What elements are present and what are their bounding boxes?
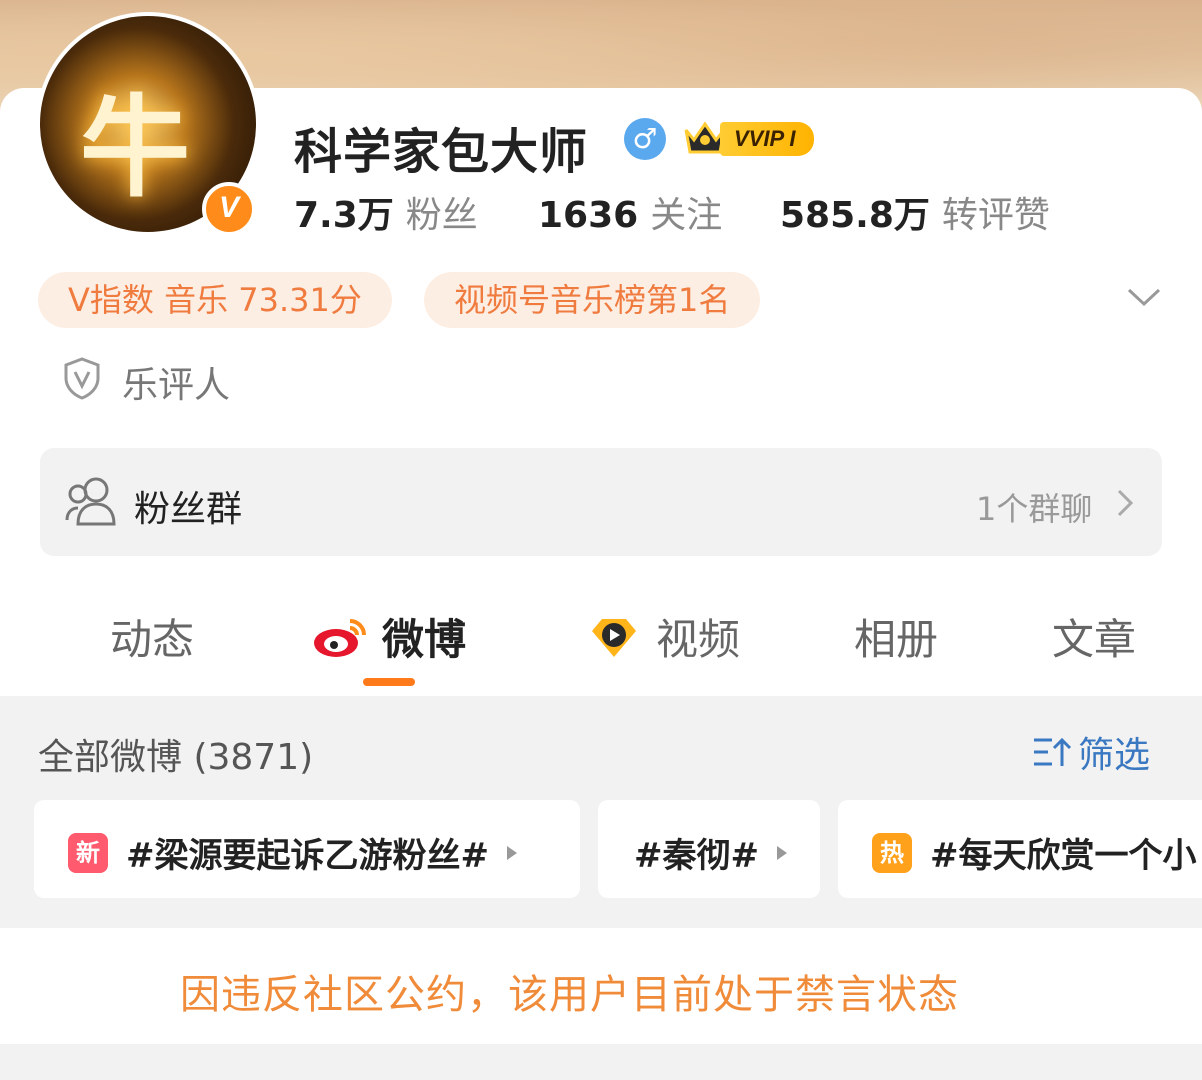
topic-chip[interactable]: 新 #梁源要起诉乙游粉丝# bbox=[34, 800, 580, 898]
weibo-icon bbox=[314, 618, 366, 657]
people-icon bbox=[65, 477, 116, 526]
filter-label: 筛选 bbox=[1078, 735, 1151, 776]
verified-v-icon: V bbox=[202, 182, 256, 236]
profile-name: 科学家包大师 bbox=[294, 124, 589, 180]
certification-label: 乐评人 bbox=[122, 365, 231, 406]
triangle-right-icon bbox=[506, 845, 517, 860]
topic-text: #每天欣赏一个小 bbox=[930, 836, 1197, 876]
ban-notice: 因违反社区公约，该用户目前处于禁言状态 bbox=[180, 972, 959, 1018]
new-badge: 新 bbox=[68, 832, 108, 873]
active-tab-indicator bbox=[363, 678, 415, 686]
video-icon bbox=[592, 618, 636, 657]
triangle-right-icon bbox=[776, 845, 787, 860]
tab-label: 视频 bbox=[656, 615, 741, 664]
stat-interactions[interactable]: 585.8万 转评赞 bbox=[780, 186, 1050, 238]
topic-chip[interactable]: 热 #每天欣赏一个小 bbox=[838, 800, 1202, 898]
hot-badge: 热 bbox=[872, 832, 912, 873]
vvip-badge[interactable]: VVIP I bbox=[682, 116, 834, 160]
avatar-glyph: 牛 bbox=[80, 83, 190, 212]
gender-male-icon: ♂ bbox=[624, 118, 666, 160]
stat-value: 585.8万 bbox=[780, 195, 930, 236]
stat-value: 7.3万 bbox=[294, 195, 394, 236]
topic-chip[interactable]: #秦彻# bbox=[598, 800, 820, 898]
tab-dynamics[interactable]: 动态 bbox=[110, 606, 194, 667]
stat-label: 转评赞 bbox=[941, 195, 1050, 236]
chevron-right-icon bbox=[1117, 489, 1134, 517]
filter-icon bbox=[1034, 737, 1072, 766]
stat-followers[interactable]: 7.3万 粉丝 bbox=[294, 186, 478, 238]
vvip-label: VVIP I bbox=[720, 122, 814, 156]
bottom-area bbox=[0, 1044, 1202, 1080]
all-weibo-count: 全部微博 (3871) bbox=[38, 737, 314, 778]
tag-video-rank[interactable]: 视频号音乐榜第1名 bbox=[424, 272, 761, 328]
filter-button[interactable]: 筛选 bbox=[1032, 726, 1150, 778]
fan-group-label: 粉丝群 bbox=[134, 489, 243, 530]
tab-label: 动态 bbox=[110, 615, 195, 664]
stat-following[interactable]: 1636 关注 bbox=[538, 186, 722, 238]
tab-label: 相册 bbox=[854, 615, 939, 664]
stat-value: 1636 bbox=[538, 195, 639, 236]
shield-v-icon bbox=[64, 357, 100, 400]
stat-label: 粉丝 bbox=[405, 195, 478, 236]
stat-label: 关注 bbox=[650, 195, 723, 236]
tab-articles[interactable]: 文章 bbox=[1052, 606, 1136, 667]
tab-weibo[interactable]: 微博 bbox=[312, 606, 466, 667]
topic-text: #梁源要起诉乙游粉丝# bbox=[126, 836, 489, 876]
topic-text: #秦彻# bbox=[634, 836, 759, 876]
fan-group-count: 1个群聊 bbox=[976, 490, 1093, 528]
tab-label: 文章 bbox=[1052, 615, 1137, 664]
tab-label: 微博 bbox=[382, 615, 467, 664]
tab-album[interactable]: 相册 bbox=[854, 606, 938, 667]
tab-video[interactable]: 视频 bbox=[586, 606, 740, 667]
chevron-down-icon[interactable] bbox=[1126, 280, 1162, 316]
tag-v-index[interactable]: V指数 音乐 73.31分 bbox=[38, 272, 392, 328]
